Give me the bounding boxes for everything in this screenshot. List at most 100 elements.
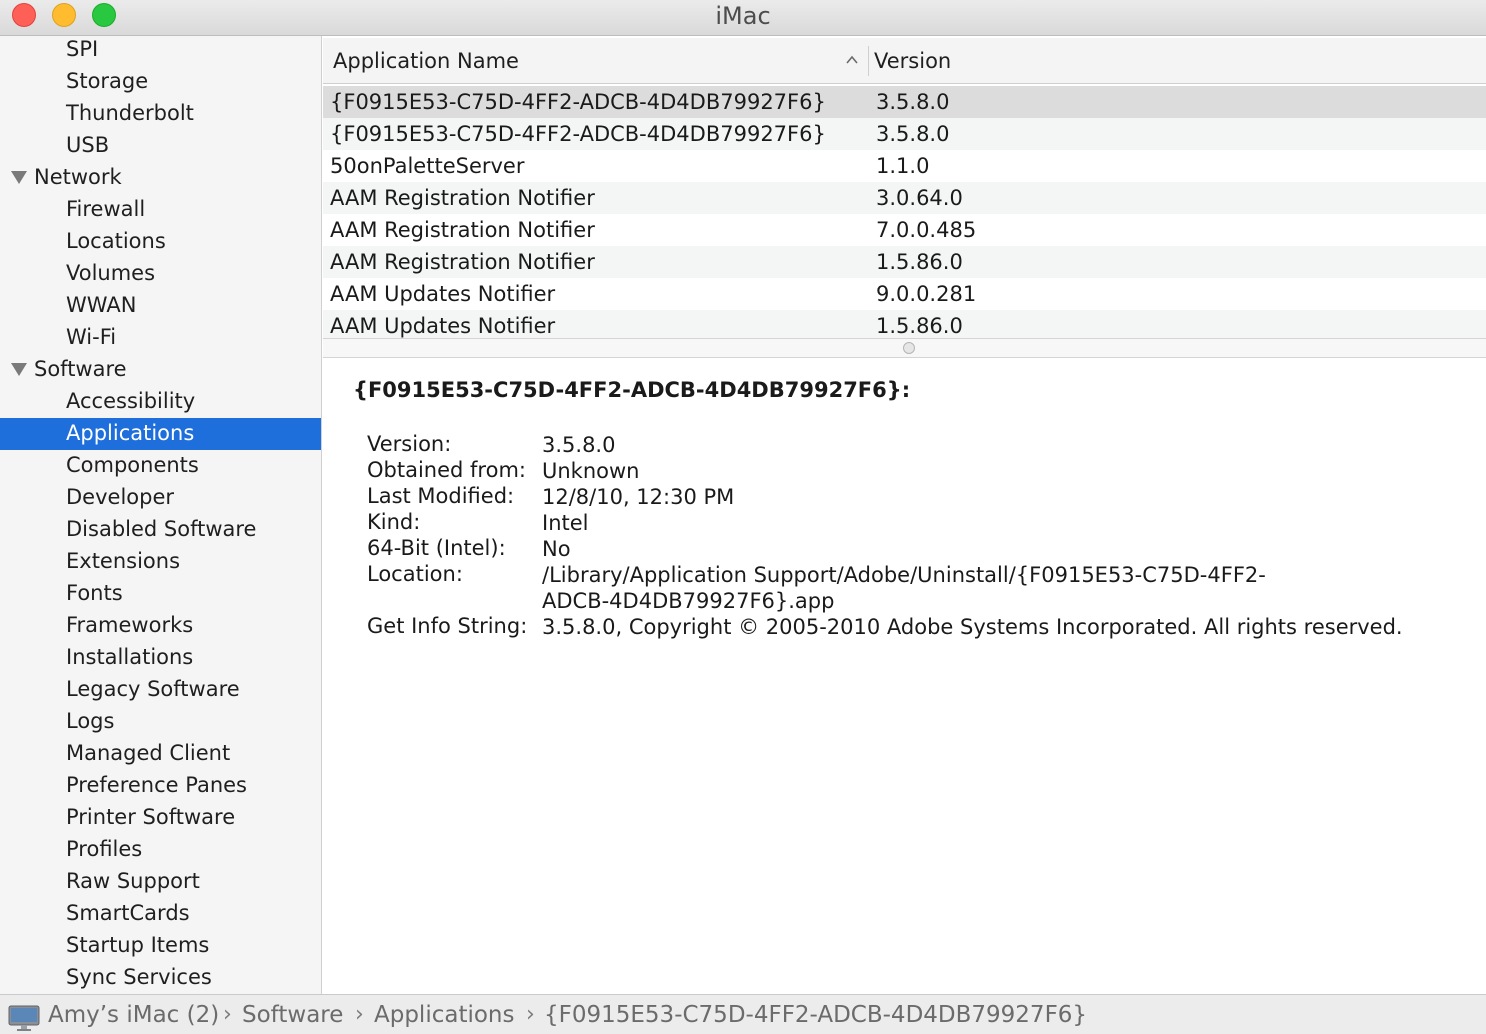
sidebar-item-label: Startup Items — [66, 933, 210, 957]
table-row[interactable]: {F0915E53-C75D-4FF2-ADCB-4D4DB79927F6} 3.… — [323, 118, 1486, 150]
sidebar-item-label: Firewall — [66, 197, 146, 221]
last-modified-value: 12/8/10, 12:30 PM — [542, 485, 735, 509]
application-name-cell: 50onPaletteServer — [330, 154, 525, 178]
sidebar-item[interactable]: SPI — [0, 36, 321, 66]
sidebar-item[interactable]: Thunderbolt — [0, 98, 321, 130]
table-row[interactable]: 50onPaletteServer 1.1.0 — [323, 150, 1486, 182]
version-cell: 3.5.8.0 — [876, 122, 950, 146]
sidebar-item-label: USB — [66, 133, 110, 157]
breadcrumb-computer[interactable]: Amy’s iMac (2) — [48, 1000, 219, 1030]
breadcrumb-software[interactable]: Software — [242, 1000, 343, 1030]
version-cell: 3.5.8.0 — [876, 90, 950, 114]
column-header-application-name[interactable]: Application Name — [333, 38, 519, 84]
sidebar-item[interactable]: Volumes — [0, 258, 321, 290]
sidebar-item-label: Logs — [66, 709, 115, 733]
sidebar-item[interactable]: Logs — [0, 706, 321, 738]
sidebar-item-label: Software — [34, 357, 127, 381]
sidebar-item[interactable]: Legacy Software — [0, 674, 321, 706]
sidebar-item[interactable]: Storage — [0, 66, 321, 98]
sidebar-group[interactable]: Software — [0, 354, 321, 386]
sidebar-item[interactable]: Applications — [0, 418, 321, 450]
64-bit-value: No — [542, 537, 571, 561]
application-name-cell: {F0915E53-C75D-4FF2-ADCB-4D4DB79927F6} — [330, 90, 826, 114]
sidebar-item[interactable]: WWAN — [0, 290, 321, 322]
table-row[interactable]: AAM Registration Notifier 1.5.86.0 — [323, 246, 1486, 278]
splitter-handle-icon[interactable] — [903, 342, 915, 354]
sidebar-item[interactable]: Managed Client — [0, 738, 321, 770]
sidebar-item-label: Sync Services — [66, 965, 212, 989]
kind-label: Kind: — [367, 510, 421, 534]
version-value: 3.5.8.0 — [542, 433, 616, 457]
breadcrumb-applications[interactable]: Applications — [374, 1000, 515, 1030]
title-bar: iMac — [0, 0, 1486, 36]
sidebar-item-label: WWAN — [66, 293, 137, 317]
chevron-up-icon[interactable] — [846, 54, 858, 66]
table-row[interactable]: AAM Registration Notifier 7.0.0.485 — [323, 214, 1486, 246]
sidebar-item[interactable]: Frameworks — [0, 610, 321, 642]
sidebar-item-label: Applications — [66, 421, 195, 445]
sidebar-item[interactable]: Printer Software — [0, 802, 321, 834]
last-modified-label: Last Modified: — [367, 484, 515, 508]
column-divider[interactable] — [868, 46, 869, 76]
application-name-cell: AAM Registration Notifier — [330, 218, 595, 242]
sidebar-item[interactable]: Startup Items — [0, 930, 321, 962]
sidebar-group[interactable]: Network — [0, 162, 321, 194]
sidebar-item[interactable]: Firewall — [0, 194, 321, 226]
sidebar-item-label: Frameworks — [66, 613, 194, 637]
column-header-version[interactable]: Version — [874, 38, 951, 84]
64-bit-label: 64-Bit (Intel): — [367, 536, 506, 560]
version-cell: 1.5.86.0 — [876, 314, 963, 338]
application-name-cell: AAM Registration Notifier — [330, 186, 595, 210]
table-row[interactable]: {F0915E53-C75D-4FF2-ADCB-4D4DB79927F6} 3.… — [323, 86, 1486, 118]
sidebar-item[interactable]: Installations — [0, 642, 321, 674]
sidebar-item[interactable]: Sync Services — [0, 962, 321, 994]
sidebar-item-label: Extensions — [66, 549, 181, 573]
sidebar-item-label: SPI — [66, 37, 99, 61]
applications-table: Application Name Version {F0915E53-C75D-… — [323, 36, 1486, 341]
disclosure-triangle-icon[interactable] — [11, 363, 27, 376]
sidebar-item[interactable]: USB — [0, 130, 321, 162]
window-title: iMac — [715, 2, 771, 30]
imac-icon[interactable] — [8, 1005, 40, 1031]
sidebar-item[interactable]: Locations — [0, 226, 321, 258]
sidebar-item-label: Wi-Fi — [66, 325, 117, 349]
sidebar-item-label: Legacy Software — [66, 677, 240, 701]
sidebar-item[interactable]: Disabled Software — [0, 514, 321, 546]
sidebar-item[interactable]: Fonts — [0, 578, 321, 610]
sidebar-item-label: Managed Client — [66, 741, 231, 765]
breadcrumb-application-item[interactable]: {F0915E53-C75D-4FF2-ADCB-4D4DB79927F6} — [544, 1000, 1087, 1030]
kind-value: Intel — [542, 511, 589, 535]
sidebar-item[interactable]: Components — [0, 450, 321, 482]
breadcrumb-separator-icon: › — [526, 1002, 535, 1027]
sidebar-item[interactable]: Extensions — [0, 546, 321, 578]
table-row[interactable]: AAM Updates Notifier 9.0.0.281 — [323, 278, 1486, 310]
breadcrumb-separator-icon: › — [355, 1002, 364, 1027]
sidebar-item[interactable]: Raw Support — [0, 866, 321, 898]
disclosure-triangle-icon[interactable] — [11, 171, 27, 184]
sidebar-item[interactable]: Accessibility — [0, 386, 321, 418]
sidebar-item[interactable]: Developer — [0, 482, 321, 514]
location-label: Location: — [367, 562, 463, 586]
sidebar-item-label: Volumes — [66, 261, 156, 285]
sidebar-item-label: Raw Support — [66, 869, 200, 893]
version-cell: 3.0.64.0 — [876, 186, 963, 210]
get-info-string-label: Get Info String: — [367, 614, 528, 638]
version-label: Version: — [367, 432, 452, 456]
version-cell: 1.1.0 — [876, 154, 930, 178]
application-name-cell: {F0915E53-C75D-4FF2-ADCB-4D4DB79927F6} — [330, 122, 826, 146]
table-row[interactable]: AAM Updates Notifier 1.5.86.0 — [323, 310, 1486, 341]
version-cell: 7.0.0.485 — [876, 218, 977, 242]
breadcrumb-separator-icon: › — [223, 1002, 232, 1027]
sidebar-item-label: Components — [66, 453, 199, 477]
version-cell: 1.5.86.0 — [876, 250, 963, 274]
sidebar-item-label: Thunderbolt — [66, 101, 194, 125]
split-view-divider[interactable] — [323, 338, 1486, 358]
sidebar-item[interactable]: Wi-Fi — [0, 322, 321, 354]
sidebar-item-label: Storage — [66, 69, 149, 93]
sidebar-item[interactable]: SmartCards — [0, 898, 321, 930]
sidebar-item[interactable]: Preference Panes — [0, 770, 321, 802]
table-row[interactable]: AAM Registration Notifier 3.0.64.0 — [323, 182, 1486, 214]
sidebar-item[interactable]: Profiles — [0, 834, 321, 866]
sidebar-item-label: Accessibility — [66, 389, 196, 413]
get-info-string-value: 3.5.8.0, Copyright © 2005-2010 Adobe Sys… — [542, 615, 1403, 639]
